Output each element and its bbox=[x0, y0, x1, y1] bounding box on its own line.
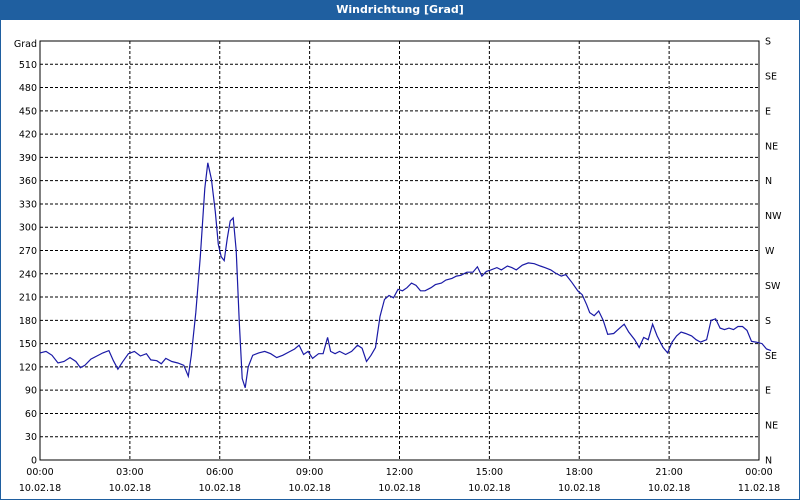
y-tick-label: 390 bbox=[19, 153, 37, 164]
y-axis-label: Grad bbox=[14, 39, 37, 50]
right-tick-label: E bbox=[765, 106, 771, 117]
right-tick-label: S bbox=[765, 37, 771, 48]
x-tick-date: 10.02.18 bbox=[468, 483, 510, 494]
x-tick-date: 10.02.18 bbox=[648, 483, 690, 494]
right-tick-label: N bbox=[765, 176, 772, 187]
y-tick-label: 360 bbox=[19, 176, 37, 187]
y-tick-label: 510 bbox=[19, 60, 37, 71]
y-tick-label: 270 bbox=[19, 246, 37, 257]
x-tick-date: 10.02.18 bbox=[288, 483, 330, 494]
x-tick-time: 00:00 bbox=[26, 467, 53, 478]
y-tick-label: 300 bbox=[19, 223, 37, 234]
x-tick-date: 10.02.18 bbox=[378, 483, 420, 494]
right-tick-label: SW bbox=[765, 281, 781, 292]
x-tick-time: 00:00 bbox=[745, 467, 772, 478]
right-tick-label: N bbox=[765, 456, 772, 467]
right-tick-label: SE bbox=[765, 71, 777, 82]
right-tick-label: SE bbox=[765, 351, 777, 362]
y-tick-label: 30 bbox=[25, 432, 37, 443]
wind-direction-chart: 0 30 60 90 120 150 180 210 240 270 300 330 360 390 420… bbox=[14, 37, 782, 495]
x-tick-date: 10.02.18 bbox=[558, 483, 600, 494]
right-tick-label: S bbox=[765, 316, 771, 327]
right-axis: N NE E SE S SW W NW N NE E SE S bbox=[765, 37, 782, 467]
x-tick-time: 03:00 bbox=[116, 467, 143, 478]
y-tick-label: 0 bbox=[31, 456, 37, 467]
y-tick-label: 210 bbox=[19, 293, 37, 304]
y-tick-label: 60 bbox=[25, 409, 37, 420]
chart-window: Windrichtung [Grad] 0 30 60 90 120 150 180 210 2… bbox=[0, 0, 800, 500]
x-tick-time: 12:00 bbox=[386, 467, 413, 478]
right-tick-label: NE bbox=[765, 421, 778, 432]
x-tick-date: 11.02.18 bbox=[738, 483, 780, 494]
x-tick-date: 10.02.18 bbox=[109, 483, 151, 494]
y-tick-label: 240 bbox=[19, 269, 37, 280]
y-tick-label: 480 bbox=[19, 83, 37, 94]
y-tick-label: 420 bbox=[19, 130, 37, 141]
y-tick-label: 120 bbox=[19, 362, 37, 373]
y-tick-label: 330 bbox=[19, 199, 37, 210]
y-tick-label: 90 bbox=[25, 386, 37, 397]
x-tick-time: 18:00 bbox=[566, 467, 593, 478]
x-tick-time: 06:00 bbox=[206, 467, 233, 478]
x-tick-time: 21:00 bbox=[655, 467, 682, 478]
right-tick-label: W bbox=[765, 246, 775, 257]
x-tick-date: 10.02.18 bbox=[19, 483, 61, 494]
right-tick-label: NE bbox=[765, 141, 778, 152]
x-axis: 00:00 10.02.18 03:00 10.02.18 06:00 10.02.18 0… bbox=[19, 467, 780, 494]
x-tick-time: 15:00 bbox=[476, 467, 503, 478]
y-tick-label: 450 bbox=[19, 106, 37, 117]
y-tick-label: 180 bbox=[19, 316, 37, 327]
y-tick-label: 150 bbox=[19, 339, 37, 350]
window-title: Windrichtung [Grad] bbox=[1, 0, 799, 20]
y-axis: 0 30 60 90 120 150 180 210 240 270 300 330 360 390 420… bbox=[19, 60, 37, 467]
right-tick-label: NW bbox=[765, 211, 782, 222]
x-tick-time: 09:00 bbox=[296, 467, 323, 478]
right-tick-label: E bbox=[765, 386, 771, 397]
x-tick-date: 10.02.18 bbox=[199, 483, 241, 494]
